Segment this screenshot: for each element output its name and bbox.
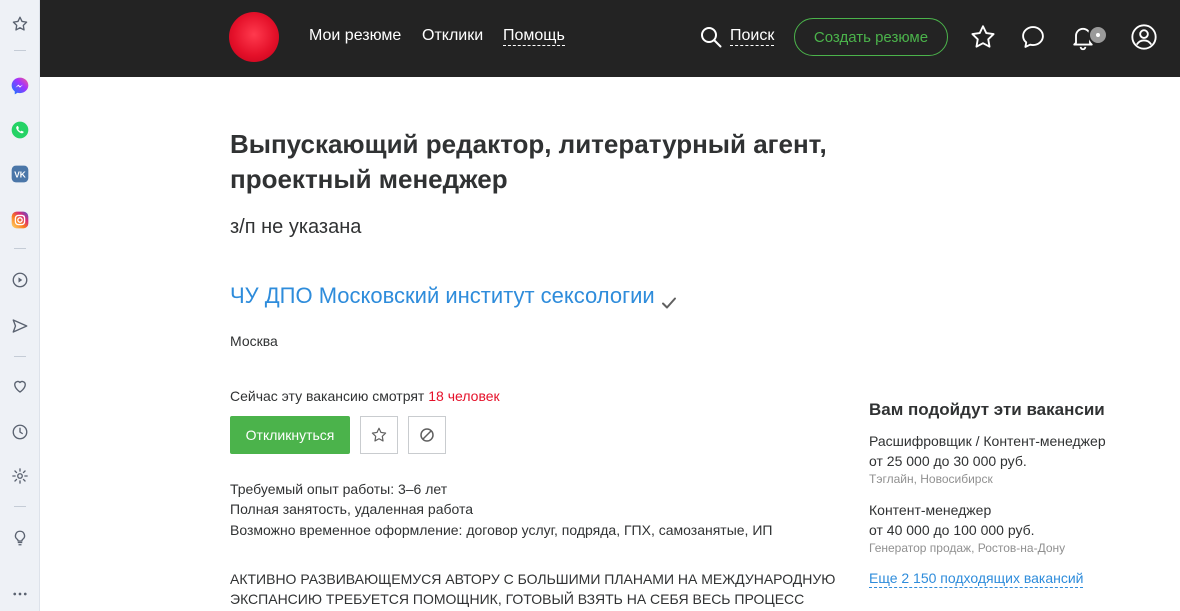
profile-user-icon[interactable]	[1130, 23, 1158, 51]
nav-help[interactable]: Помощь	[503, 27, 565, 46]
favorites-star-icon[interactable]	[969, 23, 997, 51]
site-logo[interactable]	[229, 12, 279, 62]
site-header: Мои резюме Отклики Помощь Поиск Создать …	[40, 0, 1180, 77]
svg-text:VK: VK	[14, 169, 26, 179]
vacancy-city: Москва	[230, 333, 278, 349]
vacancy-salary: з/п не указана	[230, 216, 362, 238]
suggested-vacancy-salary: от 40 000 до 100 000 руб.	[869, 522, 1035, 538]
sidebar-divider	[14, 248, 26, 249]
hide-vacancy-button[interactable]	[408, 416, 446, 454]
vacancy-description: АКТИВНО РАЗВИВАЮЩЕМУСЯ АВТОРУ С БОЛЬШИМИ…	[230, 571, 836, 607]
block-icon	[420, 428, 434, 442]
apply-button[interactable]: Откликнуться	[230, 416, 350, 454]
messenger-icon[interactable]	[8, 74, 32, 98]
watching-now: Сейчас эту вакансию смотрят 18 человек	[230, 388, 500, 404]
create-resume-button[interactable]: Создать резюме	[794, 18, 948, 56]
browser-sidebar: VK	[0, 0, 40, 611]
vacancy-title: Выпускающий редактор, литературный агент…	[230, 129, 827, 194]
watching-count: 18 человек	[428, 388, 500, 404]
instagram-icon[interactable]	[8, 208, 32, 232]
experience-required: Требуемый опыт работы: 3–6 лет	[230, 481, 448, 497]
search-icon[interactable]	[699, 25, 723, 49]
vk-icon[interactable]: VK	[8, 162, 32, 186]
add-to-favorites-button[interactable]	[360, 416, 398, 454]
nav-my-resumes[interactable]: Мои резюме	[309, 27, 401, 45]
sidebar-divider	[14, 506, 26, 507]
verified-check-icon	[661, 290, 677, 309]
more-vacancies-link[interactable]: Еще 2 150 подходящих вакансий	[869, 570, 1084, 588]
company-name-link[interactable]: ЧУ ДПО Московский институт сексологии	[230, 283, 677, 309]
nav-responses[interactable]: Отклики	[422, 27, 483, 45]
whatsapp-icon[interactable]	[8, 118, 32, 142]
lightbulb-icon[interactable]	[8, 526, 32, 550]
heart-icon[interactable]	[8, 374, 32, 398]
sidebar-divider	[14, 356, 26, 357]
suggested-vacancy-company: Генератор продаж, Ростов-на-Дону	[869, 541, 1066, 555]
settings-gear-icon[interactable]	[8, 464, 32, 488]
send-icon[interactable]	[8, 314, 32, 338]
star-outline-icon	[371, 427, 387, 442]
search-link[interactable]: Поиск	[730, 27, 775, 46]
suggested-vacancy-title[interactable]: Контент-менеджер	[869, 502, 991, 518]
employment-type: Полная занятость, удаленная работа	[230, 501, 474, 517]
watching-text: Сейчас эту вакансию смотрят	[230, 388, 429, 404]
suggested-vacancy-title[interactable]: Расшифровщик / Контент-менеджер	[869, 433, 1106, 449]
chat-icon[interactable]	[1019, 23, 1047, 51]
company-name[interactable]: ЧУ ДПО Московский институт сексологии	[230, 283, 655, 308]
contract-options: Возможно временное оформление: договор у…	[230, 522, 773, 538]
sidebar-divider	[14, 50, 26, 51]
suggested-vacancy-company: Тэглайн, Новосибирск	[869, 472, 993, 486]
bookmark-star-icon[interactable]	[8, 12, 32, 36]
suggested-vacancy-salary: от 25 000 до 30 000 руб.	[869, 453, 1027, 469]
more-dots-icon[interactable]	[8, 582, 32, 606]
notification-badge	[1088, 25, 1108, 45]
video-play-icon[interactable]	[8, 268, 32, 292]
suggested-vacancies-title: Вам подойдут эти вакансии	[869, 400, 1105, 419]
history-clock-icon[interactable]	[8, 420, 32, 444]
